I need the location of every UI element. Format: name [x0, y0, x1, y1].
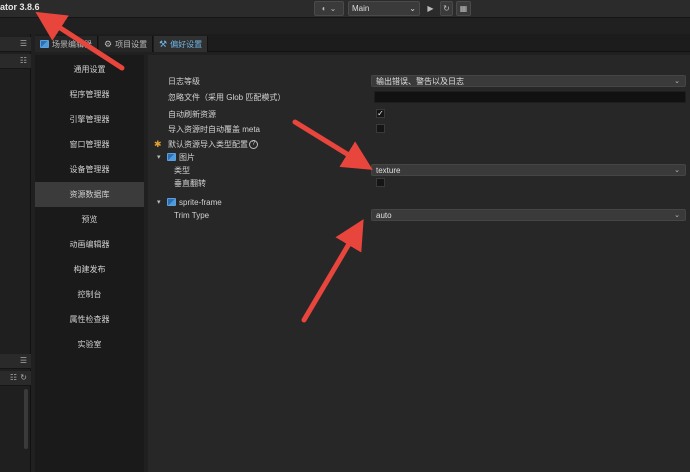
category-general[interactable]: 通用设置	[35, 57, 144, 82]
category-window-manager[interactable]: 窗口管理器	[35, 132, 144, 157]
gear-icon: ⚙	[104, 38, 113, 49]
category-program-manager[interactable]: 程序管理器	[35, 82, 144, 107]
sprite-frame-icon	[167, 198, 176, 207]
qr-code-icon: ▦	[459, 4, 468, 13]
select-value: auto	[376, 210, 392, 220]
category-asset-db[interactable]: 资源数据库	[35, 182, 144, 207]
setting-auto-refresh: 自动刷新资源 ✓	[148, 108, 690, 120]
left-panel-header: ☰	[0, 37, 31, 52]
chevron-down-icon: ▾	[157, 154, 161, 161]
tab-label: 场景编辑器	[52, 39, 92, 49]
setting-label: 导入资源时自动覆盖 meta	[168, 124, 261, 134]
assets-panel-toolbar: ↻ ☷	[0, 371, 31, 386]
play-button[interactable]: ▶	[424, 1, 437, 16]
setting-label: 默认资源导入类型配置	[168, 139, 248, 149]
scene-select[interactable]: Main ⌄	[348, 1, 420, 16]
setting-image-flip: 垂直翻转	[148, 177, 690, 189]
setting-label: 类型	[174, 165, 190, 175]
category-inspector[interactable]: 属性检查器	[35, 307, 144, 332]
qr-preview-button[interactable]: ▦	[456, 1, 471, 16]
play-icon: ▶	[427, 4, 434, 13]
menu-icon[interactable]: ☰	[20, 39, 27, 48]
preferences-category-list: 通用设置 程序管理器 引擎管理器 窗口管理器 设备管理器 资源数据库 预览 动画…	[35, 55, 144, 472]
setting-image-type: 类型 texture ⌄	[148, 164, 690, 176]
group-label: sprite-frame	[179, 197, 222, 207]
assets-panel-header: ☰	[0, 354, 31, 369]
list-icon[interactable]: ☷	[20, 56, 27, 65]
auto-overwrite-meta-checkbox[interactable]	[376, 124, 385, 133]
select-value: 输出错误、警告以及日志	[376, 76, 464, 86]
setting-ignore-files: 忽略文件（采用 Glob 匹配模式）	[148, 91, 690, 103]
auto-refresh-checkbox[interactable]: ✓	[376, 109, 385, 118]
chevron-down-icon: ▾	[157, 199, 161, 206]
chevron-down-icon: ⌄	[674, 212, 680, 219]
group-image[interactable]: ▾ 图片	[148, 151, 690, 163]
refresh-button[interactable]: ↻	[440, 1, 453, 16]
group-sprite-frame[interactable]: ▾ sprite-frame	[148, 196, 690, 208]
setting-label: 自动刷新资源	[168, 109, 216, 119]
category-engine-manager[interactable]: 引擎管理器	[35, 107, 144, 132]
tab-strip: 场景编辑器 ⚙ 项目设置 ⚒ 偏好设置	[35, 34, 690, 52]
chevron-down-icon: ⌄	[674, 167, 680, 174]
tools-icon: ⚒	[159, 38, 168, 49]
tab-label: 项目设置	[115, 39, 148, 49]
select-value: texture	[376, 165, 401, 175]
gear-icon: ✱	[154, 138, 162, 149]
top-bar: ator 3.8.6 ◐ ⌄ Main ⌄ ▶ ↻ ▦	[0, 0, 690, 18]
image-icon	[167, 153, 176, 162]
app-title: ator 3.8.6	[0, 2, 40, 12]
setting-trim-type: Trim Type auto ⌄	[148, 209, 690, 221]
tab-project-settings[interactable]: ⚙ 项目设置	[99, 36, 154, 52]
category-animation-editor[interactable]: 动画编辑器	[35, 232, 144, 257]
ignore-files-input[interactable]	[374, 91, 686, 103]
flip-vertical-checkbox[interactable]	[376, 178, 385, 187]
list-icon[interactable]: ☷	[10, 373, 17, 382]
chevron-down-icon: ⌄	[329, 4, 337, 13]
chevron-down-icon: ⌄	[674, 78, 680, 85]
category-lab[interactable]: 实验室	[35, 332, 144, 357]
category-build[interactable]: 构建发布	[35, 257, 144, 282]
category-console[interactable]: 控制台	[35, 282, 144, 307]
help-icon[interactable]: ?	[249, 139, 258, 149]
refresh-icon: ↻	[443, 4, 450, 13]
globe-icon: ◐	[321, 4, 327, 13]
tab-scene-editor[interactable]: 场景编辑器	[35, 36, 98, 52]
trim-type-select[interactable]: auto ⌄	[371, 209, 686, 221]
left-panel-strip: ☰ ☷ ☰ ↻ ☷	[0, 34, 31, 472]
setting-auto-overwrite-meta: 导入资源时自动覆盖 meta	[148, 123, 690, 135]
refresh-icon[interactable]: ↻	[20, 373, 27, 382]
setting-log-level: 日志等级 输出错误、警告以及日志 ⌄	[148, 75, 690, 87]
left-panel-toolbar: ☷	[0, 54, 31, 69]
category-preview[interactable]: 预览	[35, 207, 144, 232]
setting-label: 忽略文件（采用 Glob 匹配模式）	[168, 92, 286, 102]
scene-icon	[40, 40, 49, 48]
setting-label: 垂直翻转	[174, 178, 206, 188]
menu-icon[interactable]: ☰	[20, 356, 27, 365]
setting-default-import-config: ✱ 默认资源导入类型配置 ?	[148, 138, 690, 150]
scene-select-value: Main	[352, 4, 370, 13]
log-level-select[interactable]: 输出错误、警告以及日志 ⌄	[371, 75, 686, 87]
settings-content: 日志等级 输出错误、警告以及日志 ⌄ 忽略文件（采用 Glob 匹配模式） 自动…	[148, 55, 690, 472]
platform-selector[interactable]: ◐ ⌄	[314, 1, 344, 16]
image-type-select[interactable]: texture ⌄	[371, 164, 686, 176]
scrollbar[interactable]	[24, 389, 28, 449]
check-icon: ✓	[377, 109, 384, 118]
group-label: 图片	[179, 152, 195, 162]
setting-label: 日志等级	[168, 76, 200, 86]
chevron-down-icon: ⌄	[409, 4, 416, 13]
category-device-manager[interactable]: 设备管理器	[35, 157, 144, 182]
tab-preferences[interactable]: ⚒ 偏好设置	[154, 36, 209, 52]
tab-label: 偏好设置	[170, 39, 203, 49]
setting-label: Trim Type	[174, 210, 210, 220]
